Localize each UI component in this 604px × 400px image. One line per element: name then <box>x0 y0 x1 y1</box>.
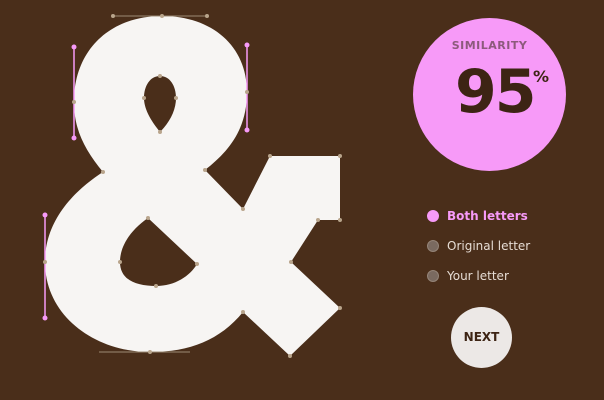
anchor-point[interactable] <box>101 170 105 174</box>
similarity-score-badge: SIMILARITY 95 % <box>413 18 566 171</box>
anchor-point[interactable] <box>338 218 342 222</box>
similarity-unit: % <box>533 67 550 86</box>
option-both-letters[interactable]: Both letters <box>427 201 530 231</box>
option-original-letter[interactable]: Original letter <box>427 231 530 261</box>
anchor-point[interactable] <box>316 218 320 222</box>
anchor-point[interactable] <box>244 127 250 133</box>
anchor-point[interactable] <box>241 310 245 314</box>
option-label: Original letter <box>447 239 531 253</box>
anchor-point[interactable] <box>160 14 164 18</box>
anchor-point[interactable] <box>158 74 162 78</box>
anchor-point[interactable] <box>241 207 245 211</box>
anchor-point[interactable] <box>288 354 292 358</box>
anchor-point[interactable] <box>43 260 47 264</box>
anchor-point[interactable] <box>154 284 158 288</box>
anchor-point[interactable] <box>42 212 48 218</box>
anchor-point[interactable] <box>148 350 152 354</box>
anchor-point[interactable] <box>158 130 162 134</box>
anchor-point[interactable] <box>289 260 293 264</box>
similarity-label: SIMILARITY <box>451 39 528 52</box>
anchor-point[interactable] <box>72 100 76 104</box>
option-your-letter[interactable]: Your letter <box>427 261 530 291</box>
glyph-editor-canvas[interactable] <box>0 0 400 400</box>
anchor-point[interactable] <box>195 262 199 266</box>
next-button[interactable]: NEXT <box>451 307 512 368</box>
anchor-point[interactable] <box>205 14 209 18</box>
radio-icon[interactable] <box>427 240 439 252</box>
anchor-point[interactable] <box>338 306 342 310</box>
view-options: Both letters Original letter Your letter <box>427 201 530 291</box>
ampersand-glyph <box>45 16 340 356</box>
anchor-point[interactable] <box>42 315 48 321</box>
anchor-point[interactable] <box>118 260 122 264</box>
similarity-value: 95 <box>455 57 536 127</box>
anchor-point[interactable] <box>111 14 115 18</box>
anchor-point[interactable] <box>146 216 150 220</box>
anchor-point[interactable] <box>268 154 272 158</box>
anchor-point[interactable] <box>203 168 207 172</box>
radio-selected-icon[interactable] <box>427 210 439 222</box>
anchor-point[interactable] <box>71 44 77 50</box>
anchor-point[interactable] <box>174 96 178 100</box>
option-label: Both letters <box>447 209 528 223</box>
radio-icon[interactable] <box>427 270 439 282</box>
anchor-point[interactable] <box>244 42 250 48</box>
anchor-point[interactable] <box>142 96 146 100</box>
anchor-point[interactable] <box>245 90 249 94</box>
option-label: Your letter <box>447 269 509 283</box>
anchor-point[interactable] <box>338 154 342 158</box>
anchor-point[interactable] <box>71 135 77 141</box>
